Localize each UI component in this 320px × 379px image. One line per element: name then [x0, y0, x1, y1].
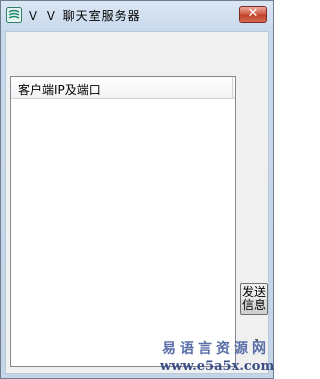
client-list[interactable]: 客户端IP及端口 [10, 76, 236, 367]
main-window: Ｖ Ｖ 聊天室服务器 ✕ 客户端IP及端口 发送 信息 ↗ 易语言资源网 www… [0, 0, 274, 379]
watermark-text: 易语言资源网 [162, 341, 270, 357]
watermark-url: www.e5a5x.com [160, 359, 275, 374]
title-bar[interactable]: Ｖ Ｖ 聊天室服务器 ✕ [1, 1, 273, 29]
column-header-client-ip[interactable]: 客户端IP及端口 [11, 77, 233, 98]
send-message-button[interactable]: 发送 信息 [240, 283, 268, 315]
send-button-label-line2: 信息 [241, 298, 266, 312]
watermark: 易语言资源网 www.e5a5x.com [160, 341, 275, 375]
app-icon [6, 7, 22, 23]
list-header: 客户端IP及端口 [11, 77, 235, 99]
window-title: Ｖ Ｖ 聊天室服务器 [27, 9, 141, 23]
close-button[interactable]: ✕ [239, 6, 267, 23]
close-icon: ✕ [247, 6, 259, 21]
